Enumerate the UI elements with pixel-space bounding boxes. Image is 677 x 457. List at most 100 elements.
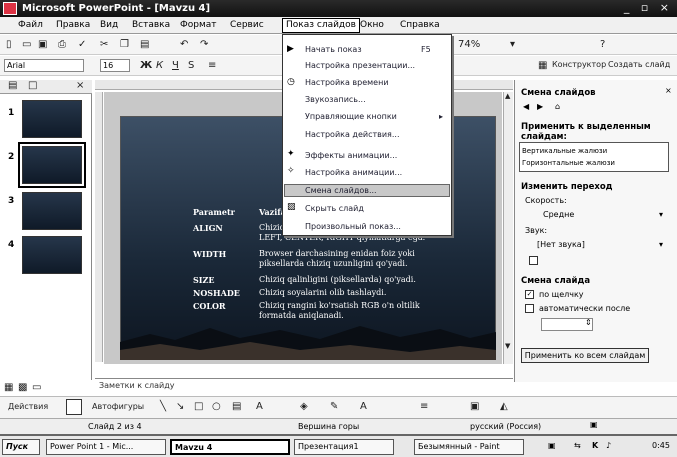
sorter-view-icon[interactable]: ▩ bbox=[18, 382, 27, 393]
designer-button[interactable]: Конструктор bbox=[552, 60, 606, 69]
back-icon[interactable]: ◀ bbox=[523, 102, 529, 111]
menu-item-action-settings[interactable]: Настройка действия... bbox=[305, 130, 400, 139]
line-style-icon[interactable]: ≡ bbox=[420, 401, 428, 412]
save-icon[interactable]: ▣ bbox=[38, 39, 47, 50]
sound-dropdown-icon[interactable]: ▾ bbox=[659, 240, 663, 249]
designer-icon[interactable]: ▦ bbox=[538, 60, 547, 71]
select-objects-icon[interactable] bbox=[66, 399, 82, 415]
scroll-down-icon[interactable]: ▼ bbox=[505, 342, 510, 350]
font-family-select[interactable]: Arial bbox=[4, 59, 84, 72]
menu-window[interactable]: Окно bbox=[360, 20, 384, 30]
slide-thumbnail-1[interactable] bbox=[22, 100, 82, 138]
time-spinner-icon[interactable]: ⇕ bbox=[585, 318, 592, 327]
tray-monitor-icon[interactable]: ▣ bbox=[548, 441, 556, 450]
print-icon[interactable]: ⎙ bbox=[58, 39, 66, 50]
home-icon[interactable]: ⌂ bbox=[555, 102, 560, 111]
slide-vertical-scrollbar[interactable]: ▲ ▼ bbox=[503, 92, 513, 364]
paste-icon[interactable]: ▤ bbox=[140, 39, 149, 50]
menu-item-animation-schemes[interactable]: Эффекты анимации... bbox=[305, 151, 397, 160]
transition-option[interactable]: Горизонтальные жалюзи bbox=[522, 159, 615, 167]
menu-item-custom-shows[interactable]: Произвольный показ... bbox=[305, 222, 401, 231]
shadow-icon[interactable]: S bbox=[188, 60, 194, 71]
textbox-icon[interactable]: ▤ bbox=[232, 401, 241, 412]
close-pane-icon[interactable]: × bbox=[76, 80, 84, 91]
menu-item-hide-slide[interactable]: Скрыть слайд bbox=[305, 204, 364, 213]
autoshapes-menu[interactable]: Автофигуры bbox=[92, 402, 144, 411]
outline-tab-icon[interactable]: ▤ bbox=[8, 80, 17, 91]
tray-network-icon[interactable]: ⇆ bbox=[574, 441, 581, 450]
font-size-select[interactable]: 16 bbox=[100, 59, 130, 72]
on-click-checkbox[interactable]: ✓ bbox=[525, 290, 534, 299]
fill-color-icon[interactable]: ◈ bbox=[300, 401, 308, 412]
slide-thumbnail-2[interactable] bbox=[18, 142, 86, 188]
menu-item-slide-transition[interactable]: Смена слайдов... bbox=[305, 186, 377, 195]
menu-format[interactable]: Формат bbox=[180, 20, 217, 30]
menu-item-start-show[interactable]: Начать показ bbox=[305, 45, 362, 54]
normal-view-icon[interactable]: ▦ bbox=[4, 382, 13, 393]
menu-help[interactable]: Справка bbox=[400, 20, 440, 30]
apply-all-button[interactable]: Применить ко всем слайдам bbox=[521, 348, 649, 363]
menu-insert[interactable]: Вставка bbox=[132, 20, 170, 30]
slide-number: 2 bbox=[8, 152, 15, 162]
line-icon[interactable]: ╲ bbox=[160, 401, 166, 412]
menu-file[interactable]: Файл bbox=[18, 20, 43, 30]
menu-item-custom-animation[interactable]: Настройка анимации... bbox=[305, 168, 402, 177]
slides-tab-icon[interactable]: □ bbox=[28, 80, 37, 91]
menu-tools[interactable]: Сервис bbox=[230, 20, 264, 30]
oval-icon[interactable]: ○ bbox=[212, 401, 221, 412]
menu-item-rehearse-timings[interactable]: Настройка времени bbox=[305, 78, 389, 87]
rectangle-icon[interactable]: □ bbox=[194, 401, 203, 412]
sound-select[interactable]: [Нет звука] bbox=[523, 240, 668, 253]
slide-thumbnail-3[interactable] bbox=[22, 192, 82, 230]
new-icon[interactable]: ▯ bbox=[6, 39, 12, 50]
transition-option[interactable]: Вертикальные жалюзи bbox=[522, 147, 607, 155]
actions-menu[interactable]: Действия bbox=[8, 402, 48, 411]
arrow-icon[interactable]: ↘ bbox=[176, 401, 184, 412]
forward-icon[interactable]: ▶ bbox=[537, 102, 543, 111]
align-left-icon[interactable]: ≡ bbox=[208, 60, 216, 71]
new-slide-button[interactable]: Создать слайд bbox=[608, 60, 670, 69]
start-button[interactable]: Пуск bbox=[2, 439, 40, 455]
loop-sound-checkbox[interactable] bbox=[529, 256, 538, 265]
taskbar-paint[interactable]: Безымянный - Paint bbox=[414, 439, 524, 455]
open-icon[interactable]: ▭ bbox=[22, 39, 31, 50]
underline-icon[interactable]: Ч bbox=[172, 60, 179, 71]
menu-view[interactable]: Вид bbox=[100, 20, 118, 30]
bold-icon[interactable]: Ж bbox=[140, 60, 152, 71]
spelling-icon[interactable]: ✓ bbox=[78, 39, 86, 50]
menu-item-record-narration[interactable]: Звукозапись... bbox=[305, 95, 366, 104]
line-color-icon[interactable]: ✎ bbox=[330, 401, 338, 412]
speed-label: Скорость: bbox=[525, 196, 567, 205]
redo-icon[interactable]: ↷ bbox=[200, 39, 208, 50]
menu-slideshow[interactable]: Показ слайдов bbox=[282, 18, 360, 33]
powerpoint-app-icon[interactable] bbox=[3, 2, 17, 15]
slide-thumbnail-4[interactable] bbox=[22, 236, 82, 274]
cut-icon[interactable]: ✂ bbox=[100, 39, 108, 50]
3d-style-icon[interactable]: ◭ bbox=[500, 401, 508, 412]
copy-icon[interactable]: ❐ bbox=[120, 39, 129, 50]
menu-item-setup-show[interactable]: Настройка презентации... bbox=[305, 61, 415, 70]
font-color-icon[interactable]: A bbox=[360, 401, 367, 412]
taskbar-mavzu-4[interactable]: Mavzu 4 bbox=[170, 439, 290, 455]
taskpane-close-icon[interactable]: × bbox=[665, 86, 672, 95]
shadow-style-icon[interactable]: ▣ bbox=[470, 401, 479, 412]
window-controls[interactable]: _ ▫ × bbox=[624, 1, 673, 14]
taskbar-powerpoint-1[interactable]: Power Point 1 - Mic... bbox=[46, 439, 166, 455]
menu-edit[interactable]: Правка bbox=[56, 20, 90, 30]
auto-advance-checkbox[interactable] bbox=[525, 304, 534, 313]
slideshow-view-icon[interactable]: ▭ bbox=[32, 382, 41, 393]
scroll-up-icon[interactable]: ▲ bbox=[505, 92, 510, 100]
wordart-icon[interactable]: A bbox=[256, 401, 263, 412]
auto-advance-label: автоматически после bbox=[539, 304, 631, 313]
help-icon[interactable]: ? bbox=[600, 39, 605, 50]
speed-select[interactable]: Средне bbox=[523, 210, 668, 223]
transition-list[interactable]: Вертикальные жалюзи Горизонтальные жалюз… bbox=[519, 142, 669, 172]
menu-item-action-buttons[interactable]: Управляющие кнопки bbox=[305, 112, 397, 121]
tray-volume-icon[interactable]: ♪ bbox=[606, 441, 611, 450]
italic-icon[interactable]: К bbox=[156, 60, 163, 71]
tray-keyboard-icon[interactable]: K bbox=[592, 441, 598, 450]
undo-icon[interactable]: ↶ bbox=[180, 39, 188, 50]
speed-dropdown-icon[interactable]: ▾ bbox=[659, 210, 663, 219]
taskbar-presentation-1[interactable]: Презентация1 bbox=[294, 439, 394, 455]
zoom-dropdown-icon[interactable]: ▾ bbox=[510, 39, 515, 50]
